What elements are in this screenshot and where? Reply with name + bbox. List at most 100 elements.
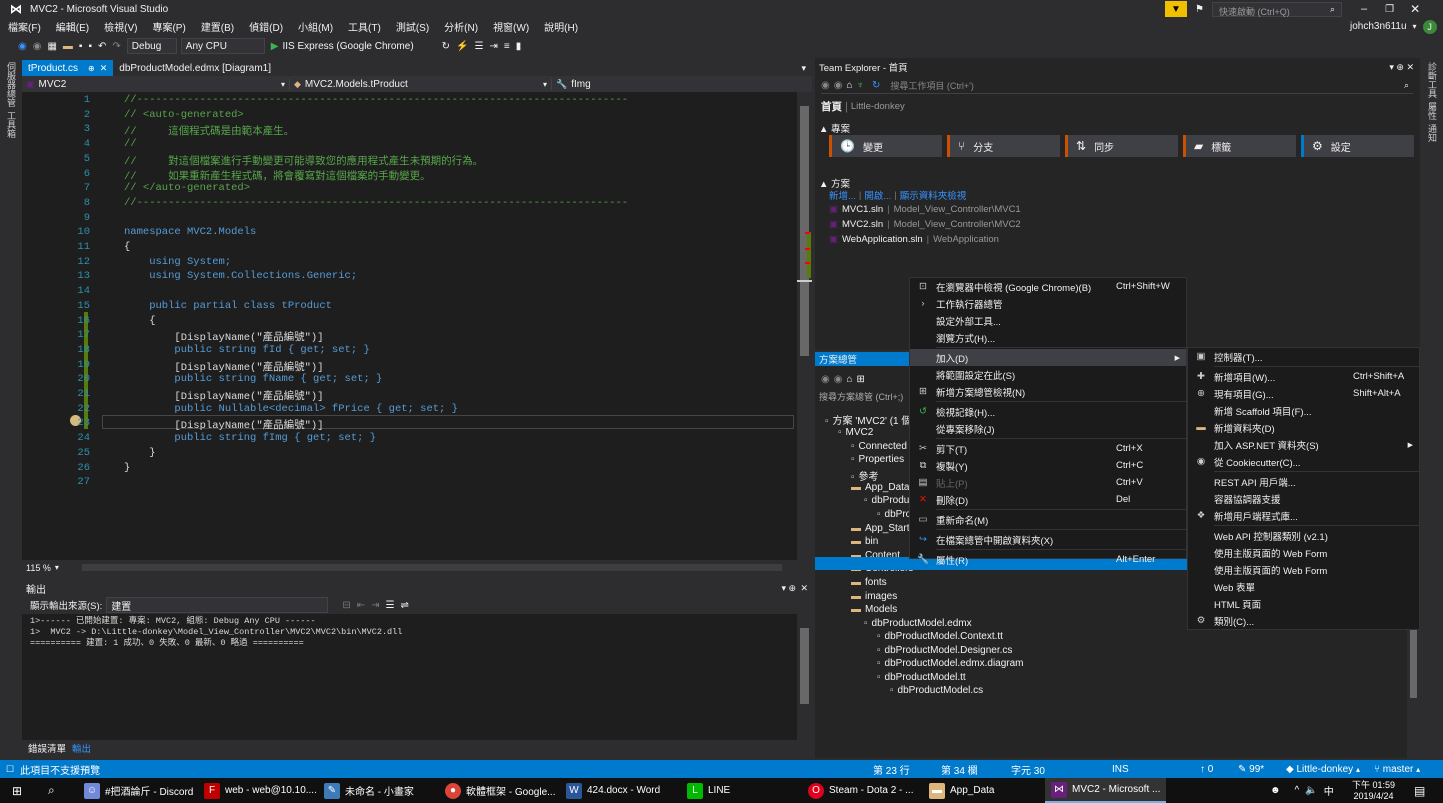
side-tab-toolbox[interactable]: 工具箱	[5, 111, 18, 138]
status-changes[interactable]: ✎ 99*	[1238, 764, 1264, 775]
new-solution-link[interactable]: 新增...	[829, 188, 856, 202]
switch-views-icon[interactable]: ⊞	[857, 374, 865, 385]
avatar[interactable]: J	[1422, 19, 1437, 34]
taskbar-app[interactable]: Fweb - web@10.10....	[204, 778, 317, 803]
toolbar-comment-icon[interactable]: ≡	[504, 41, 510, 52]
browser-link-icon[interactable]: ⚡	[456, 41, 468, 52]
pin-icon[interactable]: ⊕	[88, 64, 95, 73]
open-solution-link[interactable]: 開啟...	[864, 188, 891, 202]
minimize-button[interactable]: –	[1361, 3, 1367, 15]
horizontal-scrollbar[interactable]	[82, 564, 782, 571]
quick-launch-input[interactable]: 快速啟動 (Ctrl+Q)	[1211, 1, 1342, 17]
toolbar-bookmark-icon[interactable]: ▮	[516, 41, 522, 52]
scroll-thumb[interactable]	[800, 628, 809, 704]
panel-options-icon[interactable]: ▾ ⊕ ✕	[1389, 62, 1414, 73]
output-scrollbar[interactable]	[797, 614, 812, 740]
close-icon[interactable]: ✕	[800, 583, 808, 594]
menu-edit[interactable]: 編輯(E)	[56, 19, 89, 34]
solution-item[interactable]: ▣ MVC2.sln | Model_View_Controller\MVC2	[829, 219, 1021, 230]
back-icon[interactable]: ◉	[821, 80, 830, 91]
editor-scrollbar[interactable]	[797, 92, 812, 560]
menu-item[interactable]: ✚ 新增項目(W)... Ctrl+Shift+A	[1188, 368, 1419, 385]
menu-item[interactable]: ⚙ 類別(C)...	[1188, 612, 1419, 629]
tree-item[interactable]: ▬ App_Start	[851, 523, 909, 534]
notification-icon[interactable]: ⚑	[1195, 4, 1204, 15]
side-tab-diagnostics[interactable]: 診斷工具	[1426, 62, 1439, 98]
solution-item[interactable]: ▣ MVC1.sln | Model_View_Controller\MVC1	[829, 204, 1021, 215]
tree-item[interactable]: ▫ dbProductModel.cs	[890, 685, 983, 696]
code-editor[interactable]: 1 //-------------------------------------…	[22, 92, 797, 560]
redo-icon[interactable]: ↷	[112, 41, 120, 52]
menu-item[interactable]: 加入 ASP.NET 資料夾(S) ▶	[1188, 436, 1419, 453]
menu-item[interactable]: REST API 用戶端...	[1188, 473, 1419, 490]
tree-item[interactable]: ▬ App_Data	[851, 482, 909, 493]
menu-test[interactable]: 測試(S)	[396, 19, 429, 34]
menu-item[interactable]: › 工作執行器總管	[910, 295, 1186, 312]
taskbar-app[interactable]: W 424.docx - Word	[566, 778, 660, 803]
home-icon[interactable]: ⌂	[846, 80, 852, 91]
menu-debug[interactable]: 偵錯(D)	[249, 19, 283, 34]
menu-window[interactable]: 視窗(W)	[493, 19, 529, 34]
menu-item[interactable]: ⊞ 新增方案總管檢視(N)	[910, 383, 1186, 400]
tab-edmx-diagram[interactable]: dbProductModel.edmx [Diagram1]	[113, 60, 277, 76]
class-dropdown[interactable]: ◆ MVC2.Models.tProduct ▾	[290, 78, 552, 90]
forward-icon[interactable]: ◉	[834, 374, 843, 385]
menu-item[interactable]: 設定外部工具...	[910, 312, 1186, 329]
taskbar-app[interactable]: ● 軟體框架 - Google...	[445, 778, 555, 803]
menu-item[interactable]: ↪ 在檔案總管中開啟資料夾(X)	[910, 531, 1186, 548]
solution-item[interactable]: ▣ WebApplication.sln | WebApplication	[829, 234, 999, 245]
menu-item[interactable]: 🔧 屬性(R) Alt+Enter	[910, 551, 1186, 568]
people-icon[interactable]: ☻	[1270, 785, 1281, 796]
feedback-icon[interactable]: ▼	[1165, 1, 1187, 17]
tab-error-list[interactable]: 錯誤清單	[28, 741, 66, 755]
scroll-thumb[interactable]	[800, 106, 809, 356]
tree-item[interactable]: ▬ fonts	[851, 577, 887, 588]
tree-item[interactable]: ▫ 參考	[851, 468, 879, 483]
refresh-icon[interactable]: ↻	[442, 41, 450, 52]
status-push[interactable]: ↑ 0	[1200, 764, 1213, 775]
tree-item[interactable]: ▬ images	[851, 591, 897, 602]
taskbar-app[interactable]: L LINE	[687, 778, 730, 803]
tree-item[interactable]: ▫ dbProductModel.edmx	[864, 618, 972, 629]
menu-item[interactable]: ◉ 從 Cookiecutter(C)...	[1188, 453, 1419, 470]
scroll-thumb[interactable]	[1410, 628, 1417, 698]
tile-sync[interactable]: ⇅ 同步	[1065, 135, 1178, 157]
pin-icon[interactable]: ▾ ⊕	[781, 583, 796, 594]
tree-item[interactable]: ▫ Properties	[851, 454, 904, 465]
project-dropdown[interactable]: ▣ MVC2 ▾	[22, 78, 290, 90]
zoom-level[interactable]: 115 %	[26, 563, 51, 573]
new-project-icon[interactable]: ▦	[47, 41, 56, 52]
taskbar-app-active[interactable]: ⋈ MVC2 - Microsoft ...	[1045, 778, 1167, 803]
work-item-search[interactable]: 搜尋工作項目 (Ctrl+')	[890, 79, 973, 92]
menu-view[interactable]: 檢視(V)	[104, 19, 137, 34]
menu-help[interactable]: 說明(H)	[544, 19, 578, 34]
menu-item[interactable]: ❖ 新增用戶端程式庫...	[1188, 507, 1419, 524]
run-icon[interactable]: ▶	[271, 41, 279, 52]
menu-item[interactable]: ✕ 刪除(D) Del	[910, 491, 1186, 508]
tree-item[interactable]: ▫ dbProductModel.Designer.cs	[877, 645, 1012, 656]
menu-analyze[interactable]: 分析(N)	[444, 19, 478, 34]
prev-message-icon[interactable]: ⇤	[357, 600, 365, 611]
menu-build[interactable]: 建置(B)	[201, 19, 234, 34]
toolbar-indent-icon[interactable]: ⇥	[489, 41, 497, 52]
menu-item[interactable]: ↺ 檢視記錄(H)...	[910, 403, 1186, 420]
close-button[interactable]: ✕	[1410, 2, 1420, 16]
tile-changes[interactable]: 🕒 變更	[829, 135, 942, 157]
output-source-select[interactable]: 建置	[106, 597, 329, 613]
menu-item[interactable]: ⊡ 在瀏覽器中檢視 (Google Chrome)(B) Ctrl+Shift+W	[910, 278, 1186, 295]
menu-item[interactable]: ⊕ 現有項目(G)... Shift+Alt+A	[1188, 385, 1419, 402]
menu-item[interactable]: ▭ 重新命名(M)	[910, 511, 1186, 528]
chevron-down-icon[interactable]: ▾	[1413, 22, 1417, 31]
menu-item[interactable]: 從專案移除(J)	[910, 420, 1186, 437]
menu-item[interactable]: Web 表單	[1188, 578, 1419, 595]
menu-item[interactable]: 將範圍設定在此(S)	[910, 366, 1186, 383]
save-all-icon[interactable]: ▪	[88, 41, 92, 52]
repo-name[interactable]: Little-donkey	[851, 101, 905, 112]
menu-item[interactable]: 瀏覽方式(H)...	[910, 329, 1186, 346]
tile-settings[interactable]: ⚙ 設定	[1301, 135, 1414, 157]
user-name[interactable]: johch3n611u	[1350, 21, 1407, 32]
menu-item[interactable]: 加入(D) ▶	[910, 349, 1186, 366]
menu-item[interactable]: 使用主版頁面的 Web Form	[1188, 561, 1419, 578]
tree-item[interactable]: ▬ Models	[851, 604, 897, 615]
tile-branches[interactable]: ⑂ 分支	[947, 135, 1060, 157]
